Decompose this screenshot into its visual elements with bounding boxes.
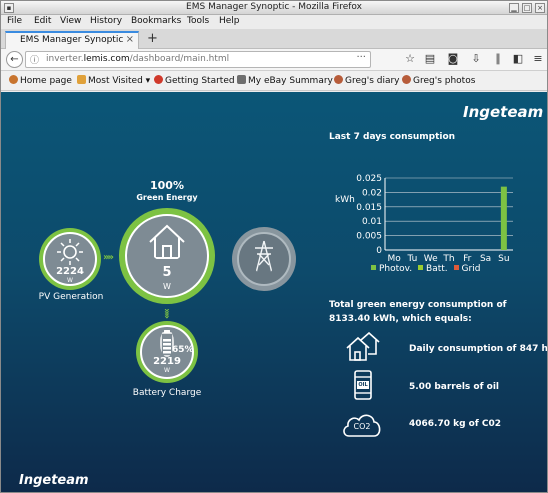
downloads-icon[interactable]: ⇩ [469, 52, 483, 65]
flow-arrows-right: »» [103, 252, 114, 263]
consumption-chart: 0 0.005 0.01 0.015 0.02 0.025 kWh Mo Tu We Th Fr Sa S… [335, 174, 513, 264]
url-bar[interactable]: ⓘ inverter.lemis.com/dashboard/main.html… [25, 51, 371, 68]
tab-bar: EMS Manager Synoptic × + [1, 29, 547, 49]
x-tick-label: Sa [480, 254, 491, 264]
pv-label: PV Generation [38, 292, 104, 302]
title-bar[interactable]: ▪ EMS Manager Synoptic - Mozilla Firefox… [1, 1, 547, 15]
x-tick-label: Fr [463, 254, 472, 264]
legend-item-photov[interactable]: Photov. [368, 264, 412, 274]
pocket-icon[interactable]: ◙ [446, 52, 460, 65]
bar-photov-su [500, 186, 507, 250]
pv-generation-node[interactable]: 2224 W [39, 228, 101, 290]
ingeteam-logo-top: Ingeteam [463, 103, 544, 121]
navigation-bar: ← ⓘ inverter.lemis.com/dashboard/main.ht… [1, 49, 547, 71]
y-tick-label: 0.02 [362, 188, 382, 198]
x-tick-label: Mo [388, 254, 402, 264]
flow-arrows-down: »» [160, 308, 172, 317]
dashboard-page: Ingeteam 2224 W PV Generation »» 100% Gr… [1, 92, 547, 492]
sidebar-toggle-icon[interactable]: ◧ [511, 52, 525, 65]
menu-file[interactable]: File [7, 16, 22, 26]
chart-title: Last 7 days consumption [329, 132, 456, 142]
menu-view[interactable]: View [60, 16, 81, 26]
pv-value: 2224 [56, 266, 84, 277]
bookmark-home-page[interactable]: Home page [9, 75, 72, 86]
browser-window: ▪ EMS Manager Synoptic - Mozilla Firefox… [0, 0, 548, 493]
y-tick-label: 0.025 [356, 174, 382, 184]
firefox-icon [154, 75, 163, 84]
user-icon [334, 75, 343, 84]
reader-view-icon[interactable]: ▤ [423, 52, 437, 65]
bag-icon [237, 75, 246, 84]
legend-swatch-grid [453, 265, 459, 270]
x-tick-label: Su [498, 254, 509, 264]
y-tick-label: 0.01 [362, 217, 382, 227]
bookmark-star-icon[interactable]: ☆ [403, 52, 417, 65]
oil-badge: OIL [358, 382, 368, 388]
legend-item-batt[interactable]: Batt. [415, 264, 448, 274]
legend-swatch-batt [418, 265, 424, 270]
menu-history[interactable]: History [90, 16, 122, 26]
home-value: 5 [162, 265, 172, 280]
pv-unit: W [67, 277, 73, 284]
menu-tools[interactable]: Tools [187, 16, 209, 26]
bookmark-ebay-summary[interactable]: My eBay Summary [237, 75, 333, 86]
house-icon [149, 224, 185, 259]
menu-bar: File Edit View History Bookmarks Tools H… [1, 15, 547, 29]
bookmark-most-visited[interactable]: Most Visited ▾ [77, 75, 150, 86]
home-consumption-node[interactable]: 5 W [119, 208, 215, 304]
battery-unit: W [164, 367, 170, 374]
oil-equivalent: 5.00 barrels of oil [409, 382, 499, 392]
x-tick-label: We [424, 254, 438, 264]
grid-node[interactable] [232, 227, 296, 291]
home-unit: W [163, 282, 171, 291]
y-tick-label: 0 [376, 246, 382, 256]
legend-item-grid[interactable]: Grid [451, 264, 480, 274]
sun-icon [57, 239, 83, 265]
home-bookmark-icon [9, 75, 18, 84]
bookmarks-toolbar: Home page Most Visited ▾ Getting Started… [1, 71, 547, 91]
homes-equivalent: Daily consumption of 847 homes [409, 344, 547, 354]
menu-edit[interactable]: Edit [34, 16, 51, 26]
co2-badge: CO2 [353, 422, 371, 431]
y-tick-label: 0.005 [356, 232, 382, 242]
power-tower-icon [255, 240, 273, 274]
tab-ems-manager[interactable]: EMS Manager Synoptic × [5, 31, 139, 49]
new-tab-button[interactable]: + [147, 31, 158, 46]
co2-equivalent: 4066.70 kg of C02 [409, 419, 502, 429]
battery-charge-node[interactable]: 65% 2219 W [136, 321, 198, 383]
battery-label: Battery Charge [132, 388, 202, 398]
menu-help[interactable]: Help [219, 16, 240, 26]
battery-percent: 65% [172, 345, 194, 355]
page-actions-icon[interactable]: ··· [356, 52, 366, 63]
site-info-icon[interactable]: ⓘ [30, 53, 39, 66]
close-window-icon[interactable]: × [535, 3, 545, 13]
tab-title: EMS Manager Synoptic [20, 35, 124, 45]
bookmark-getting-started[interactable]: Getting Started [154, 75, 235, 86]
total-green-consumption: Total green energy consumption of 8133.4… [329, 300, 507, 324]
user-icon [402, 75, 411, 84]
menu-bookmarks[interactable]: Bookmarks [131, 16, 181, 26]
legend-swatch-photov [371, 265, 376, 270]
url-text: inverter.lemis.com/dashboard/main.html [46, 54, 230, 64]
back-button[interactable]: ← [6, 51, 23, 68]
homes-icon [346, 332, 380, 361]
maximize-icon[interactable]: □ [522, 3, 532, 13]
bookmark-gregs-diary[interactable]: Greg's diary [334, 75, 400, 86]
tab-close-icon[interactable]: × [126, 34, 134, 45]
chart-legend: Photov. Batt. Grid [368, 264, 480, 274]
x-tick-label: Tu [407, 254, 418, 264]
hamburger-menu-icon[interactable]: ≡ [531, 52, 545, 65]
green-percent: 100% [150, 179, 184, 192]
bookmark-gregs-photos[interactable]: Greg's photos [402, 75, 475, 86]
x-tick-label: Th [442, 254, 454, 264]
minimize-icon[interactable]: ▁ [509, 3, 519, 13]
folder-icon [77, 75, 86, 84]
library-icon[interactable]: ∥ [491, 52, 505, 65]
green-energy-label: Green Energy [136, 193, 198, 202]
battery-value: 2219 [153, 356, 181, 367]
ingeteam-logo-bottom: Ingeteam [19, 473, 89, 488]
window-title: EMS Manager Synoptic - Mozilla Firefox [186, 2, 362, 12]
y-tick-label: 0.015 [356, 203, 382, 213]
y-axis-label: kWh [335, 195, 355, 205]
